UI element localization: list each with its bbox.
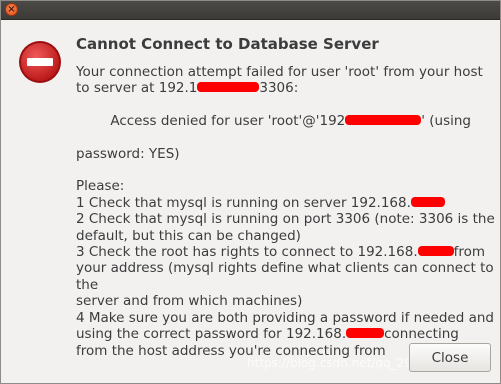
titlebar: × bbox=[1, 1, 500, 20]
message-line: 2 Check that mysql is running on port 33… bbox=[76, 211, 495, 228]
dialog-title: Cannot Connect to Database Server bbox=[76, 35, 379, 53]
message-line: to server at 192.1 3306: bbox=[76, 80, 496, 96]
message-line: Your connection attempt failed for user … bbox=[76, 64, 483, 80]
message-text: 3 Check the root has rights to connect t… bbox=[76, 244, 418, 261]
redaction-mark bbox=[417, 246, 454, 257]
redaction-mark bbox=[345, 115, 422, 126]
close-button[interactable]: Close bbox=[409, 343, 491, 372]
redaction-mark bbox=[346, 328, 385, 339]
message-text: ' (using bbox=[421, 113, 471, 130]
message-text: connecting bbox=[384, 326, 459, 343]
message-line: password: YES) bbox=[76, 146, 180, 163]
message-line: server and from which machines) bbox=[76, 293, 303, 310]
message-line: using the correct password for 192.168. c… bbox=[76, 326, 496, 342]
message-text: Access denied for user 'root'@'192 bbox=[101, 113, 346, 130]
message-text: using the correct password for 192.168. bbox=[76, 326, 347, 343]
dialog-window: × Cannot Connect to Database Server Your… bbox=[0, 0, 501, 384]
error-message: Your connection attempt failed for user … bbox=[76, 64, 496, 359]
message-line: your address (mysql rights define what c… bbox=[76, 260, 494, 293]
message-line: Access denied for user 'root'@'192 ' (usi… bbox=[76, 97, 496, 146]
window-close-icon[interactable]: × bbox=[5, 3, 18, 16]
message-line: 3 Check the root has rights to connect t… bbox=[76, 244, 496, 260]
message-text: 1 Check that mysql is running on server … bbox=[76, 194, 411, 211]
message-line: 1 Check that mysql is running on server … bbox=[76, 195, 496, 211]
message-text: from bbox=[453, 244, 486, 261]
message-text: to server at 192.1 bbox=[76, 80, 198, 97]
redaction-mark bbox=[197, 82, 260, 93]
redaction-mark bbox=[410, 196, 445, 207]
message-text: 3306: bbox=[259, 80, 299, 97]
message-line: default, but this can be changed) bbox=[76, 227, 301, 244]
message-line: 4 Make sure you are both providing a pas… bbox=[76, 309, 494, 326]
error-icon bbox=[19, 41, 61, 83]
message-line: Please: bbox=[76, 178, 125, 195]
